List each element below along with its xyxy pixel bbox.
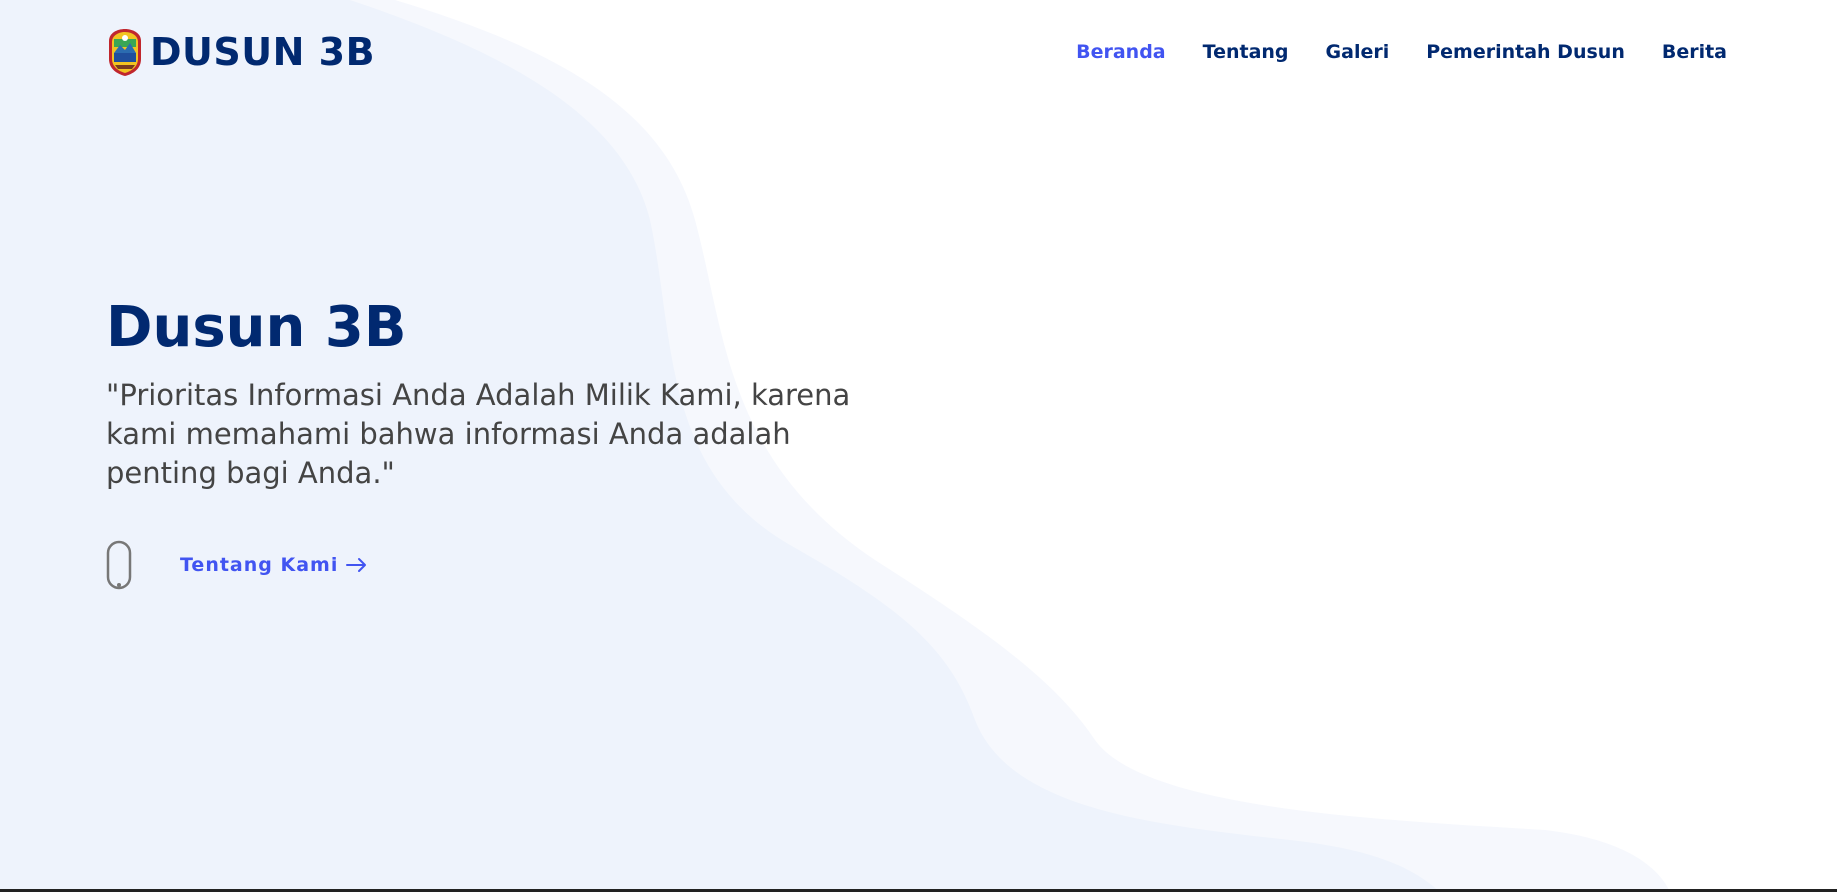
village-emblem-icon bbox=[109, 29, 141, 76]
hero-actions: Tentang Kami bbox=[106, 540, 906, 590]
nav-item-galeri[interactable]: Galeri bbox=[1326, 38, 1390, 66]
nav-item-tentang[interactable]: Tentang bbox=[1203, 38, 1289, 66]
about-us-label: Tentang Kami bbox=[180, 554, 339, 576]
nav-item-beranda[interactable]: Beranda bbox=[1076, 38, 1166, 66]
brand-title: DUSUN 3B bbox=[150, 30, 376, 74]
nav-item-berita[interactable]: Berita bbox=[1662, 38, 1727, 66]
page: DUSUN 3B Beranda Tentang Galeri Pemerint… bbox=[0, 0, 1837, 892]
main-navigation: Beranda Tentang Galeri Pemerintah Dusun … bbox=[1076, 38, 1727, 66]
brand-logo-link[interactable]: DUSUN 3B bbox=[106, 27, 375, 77]
site-header: DUSUN 3B Beranda Tentang Galeri Pemerint… bbox=[0, 0, 1837, 104]
hero-section: Dusun 3B "Prioritas Informasi Anda Adala… bbox=[106, 290, 906, 590]
hero-subtitle: "Prioritas Informasi Anda Adalah Milik K… bbox=[106, 378, 851, 490]
arrow-right-icon bbox=[346, 558, 367, 572]
hero-title: Dusun 3B bbox=[106, 295, 407, 360]
nav-item-pemerintah-dusun[interactable]: Pemerintah Dusun bbox=[1426, 38, 1625, 66]
mouse-scroll-icon[interactable] bbox=[106, 540, 132, 590]
about-us-button[interactable]: Tentang Kami bbox=[180, 554, 368, 576]
